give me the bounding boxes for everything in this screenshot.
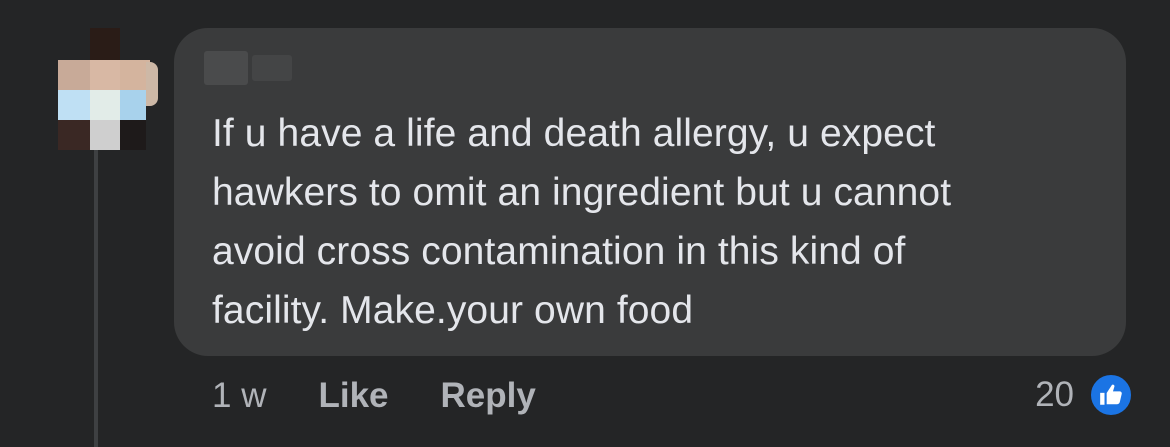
reply-button[interactable]: Reply xyxy=(441,376,536,416)
comment-line: avoid cross contamination in this kind o… xyxy=(212,230,906,273)
reaction-count: 20 xyxy=(1035,375,1074,414)
comment-line: hawkers to omit an ingredient but u cann… xyxy=(212,171,952,214)
thumbs-up-icon xyxy=(1088,372,1134,418)
avatar[interactable] xyxy=(58,28,158,152)
thread-line xyxy=(94,150,98,447)
comment-thread: If u have a life and death allergy, u ex… xyxy=(0,0,1170,447)
like-button[interactable]: Like xyxy=(318,376,388,416)
reaction-summary[interactable]: 20 xyxy=(1035,369,1134,421)
comment-bubble: If u have a life and death allergy, u ex… xyxy=(174,28,1126,356)
comment-actions: 1 w Like Reply xyxy=(212,370,588,422)
timestamp[interactable]: 1 w xyxy=(212,376,266,416)
author-name-redacted[interactable] xyxy=(204,50,294,86)
comment-text: If u have a life and death allergy, u ex… xyxy=(212,104,1102,340)
comment-line: If u have a life and death allergy, u ex… xyxy=(212,112,936,155)
comment-line: facility. Make.your own food xyxy=(212,289,694,332)
